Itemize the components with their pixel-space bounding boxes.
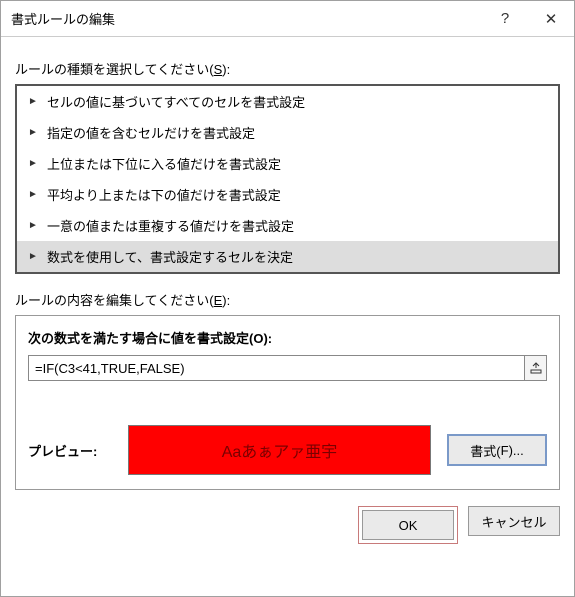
formula-section-title: 次の数式を満たす場合に値を書式設定(O): <box>28 328 547 347</box>
rule-edit-box: 次の数式を満たす場合に値を書式設定(O): プレビュー: Aaあぁアァ亜宇 書式… <box>15 315 560 490</box>
preview-label: プレビュー: <box>28 441 116 460</box>
ok-button-highlight: OK <box>358 506 458 544</box>
collapse-dialog-button[interactable] <box>524 356 546 380</box>
titlebar: 書式ルールの編集 ? ✕ <box>1 1 574 37</box>
formula-input-row <box>28 355 547 381</box>
rule-type-item-label: 上位または下位に入る値だけを書式設定 <box>47 154 281 173</box>
rule-edit-label: ルールの内容を編集してください(E): <box>15 290 560 309</box>
rule-type-list[interactable]: ► セルの値に基づいてすべてのセルを書式設定 ► 指定の値を含むセルだけを書式設定 ► 上… <box>15 84 560 274</box>
rule-type-item-label: 数式を使用して、書式設定するセルを決定 <box>47 247 293 266</box>
list-marker-icon: ► <box>27 127 39 138</box>
list-marker-icon: ► <box>27 251 39 262</box>
format-button[interactable]: 書式(F)... <box>447 434 547 466</box>
dialog-content: ルールの種類を選択してください(S): ► セルの値に基づいてすべてのセルを書式設… <box>1 37 574 500</box>
window-title: 書式ルールの編集 <box>11 9 482 28</box>
rule-type-item[interactable]: ► 一意の値または重複する値だけを書式設定 <box>17 210 558 241</box>
list-marker-icon: ► <box>27 220 39 231</box>
formula-input[interactable] <box>29 356 524 380</box>
rule-type-label: ルールの種類を選択してください(S): <box>15 59 560 78</box>
preview-swatch: Aaあぁアァ亜宇 <box>128 425 431 475</box>
list-marker-icon: ► <box>27 96 39 107</box>
rule-type-item-label: 平均より上または下の値だけを書式設定 <box>47 185 281 204</box>
preview-sample-text: Aaあぁアァ亜宇 <box>222 438 338 462</box>
list-marker-icon: ► <box>27 189 39 200</box>
preview-row: プレビュー: Aaあぁアァ亜宇 書式(F)... <box>28 425 547 475</box>
help-button[interactable]: ? <box>482 1 528 37</box>
rule-type-item[interactable]: ► 上位または下位に入る値だけを書式設定 <box>17 148 558 179</box>
ok-button[interactable]: OK <box>362 510 454 540</box>
dialog-button-row: OK キャンセル <box>1 500 574 558</box>
collapse-icon <box>530 362 542 374</box>
rule-type-item-label: 指定の値を含むセルだけを書式設定 <box>47 123 255 142</box>
rule-type-item[interactable]: ► セルの値に基づいてすべてのセルを書式設定 <box>17 86 558 117</box>
list-marker-icon: ► <box>27 158 39 169</box>
rule-type-item[interactable]: ► 数式を使用して、書式設定するセルを決定 <box>17 241 558 272</box>
cancel-button[interactable]: キャンセル <box>468 506 560 536</box>
rule-type-item[interactable]: ► 平均より上または下の値だけを書式設定 <box>17 179 558 210</box>
rule-type-item[interactable]: ► 指定の値を含むセルだけを書式設定 <box>17 117 558 148</box>
rule-type-item-label: 一意の値または重複する値だけを書式設定 <box>47 216 294 235</box>
rule-type-item-label: セルの値に基づいてすべてのセルを書式設定 <box>47 92 305 111</box>
close-button[interactable]: ✕ <box>528 1 574 37</box>
